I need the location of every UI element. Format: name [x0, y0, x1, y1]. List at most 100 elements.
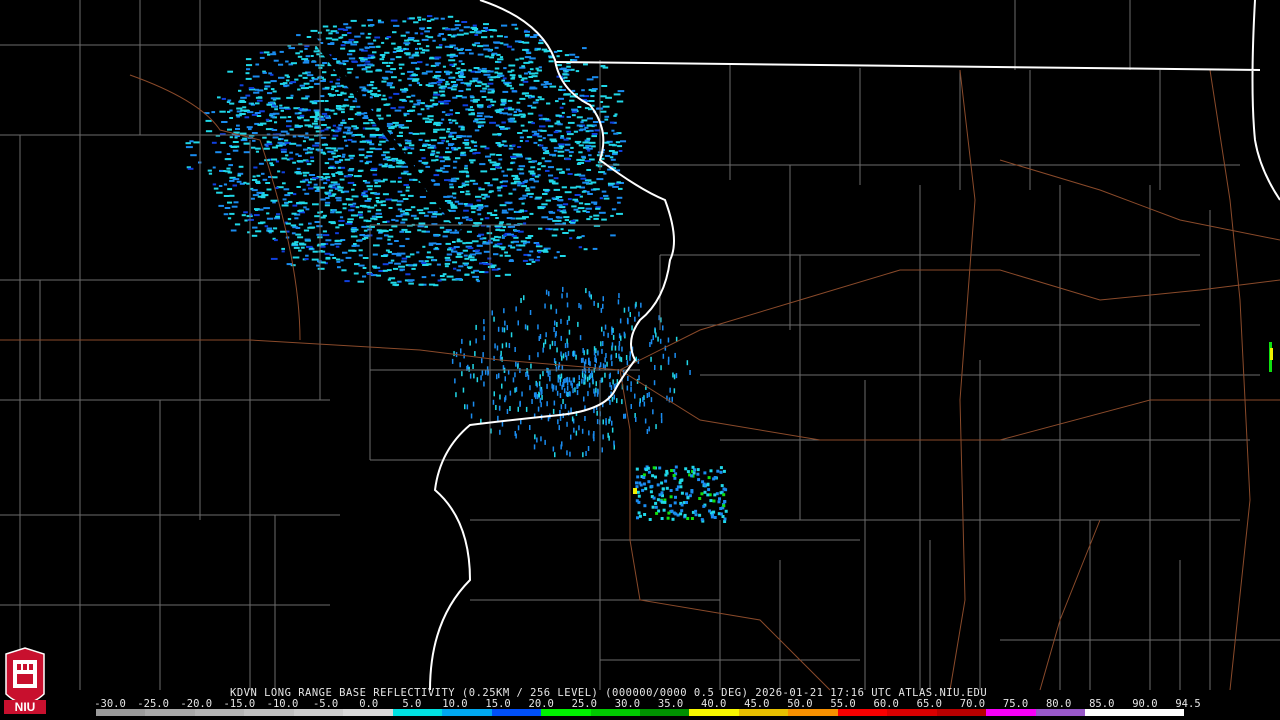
echo-cell — [698, 513, 702, 517]
echo-cell — [433, 91, 438, 94]
echo-cell — [417, 61, 423, 64]
echo-speckle — [554, 452, 556, 458]
echo-speckle — [673, 374, 676, 380]
echo-speckle — [476, 377, 479, 383]
echo-cell — [336, 78, 341, 81]
echo-cell — [275, 160, 279, 163]
echo-cell — [286, 263, 293, 266]
echo-speckle — [595, 381, 597, 387]
echo-cell — [587, 149, 591, 152]
echo-cell — [511, 144, 516, 147]
scale-swatch — [293, 709, 344, 716]
echo-cell — [527, 157, 532, 160]
echo-cell — [452, 166, 457, 169]
echo-cell — [306, 245, 313, 248]
echo-cell — [375, 193, 380, 196]
echo-cell — [382, 221, 388, 223]
echo-speckle — [517, 320, 519, 326]
echo-cell — [451, 250, 458, 253]
echo-cell — [421, 276, 427, 279]
echo-cell — [610, 158, 616, 161]
echo-cell — [275, 187, 279, 189]
echo-speckle — [597, 302, 599, 308]
echo-speckle — [629, 355, 631, 361]
echo-cell — [637, 511, 641, 515]
echo-cell — [614, 113, 618, 116]
echo-speckle — [549, 344, 551, 350]
echo-cell — [613, 93, 621, 96]
echo-cell — [713, 476, 717, 479]
echo-cell — [305, 132, 309, 135]
echo-cell — [690, 489, 694, 492]
echo-cell — [299, 50, 303, 53]
echo-speckle — [560, 318, 562, 324]
echo-cell — [477, 53, 484, 56]
echo-cell — [458, 90, 464, 92]
echo-cell — [603, 132, 608, 135]
echo-cell — [557, 50, 563, 52]
echo-cell — [365, 66, 371, 69]
echo-cell — [497, 72, 503, 75]
echo-speckle — [673, 388, 676, 394]
echo-cell — [307, 181, 312, 184]
echo-cell — [371, 87, 378, 90]
echo-cell — [257, 222, 264, 225]
echo-cell — [617, 90, 625, 93]
echo-cell — [446, 113, 453, 116]
echo-speckle — [587, 446, 590, 451]
echo-cell — [399, 67, 403, 70]
echo-cell — [456, 78, 463, 81]
echo-speckle — [529, 425, 531, 430]
echo-speckle — [572, 388, 574, 394]
echo-cell — [334, 187, 339, 190]
echo-cell — [305, 254, 309, 257]
echo-cell — [272, 146, 278, 149]
echo-speckle — [686, 360, 689, 366]
echo-cell — [419, 149, 426, 151]
echo-cell — [703, 483, 707, 487]
echo-cell — [500, 98, 507, 101]
echo-cell — [313, 186, 321, 189]
echo-cell — [464, 273, 470, 276]
echo-speckle — [526, 325, 529, 331]
echo-cell — [473, 222, 480, 225]
echo-cell — [450, 206, 458, 209]
echo-cell — [372, 51, 377, 54]
echo-cell — [324, 86, 330, 89]
echo-cell — [313, 183, 318, 186]
echo-cell — [461, 96, 467, 99]
echo-cell — [584, 107, 590, 110]
echo-cell — [331, 173, 336, 176]
echo-cell — [713, 493, 717, 497]
echo-cell — [232, 184, 238, 187]
echo-cell — [445, 151, 452, 154]
echo-cell — [236, 180, 242, 183]
echo-cell — [205, 119, 212, 122]
echo-cell — [272, 51, 276, 54]
echo-cell — [643, 513, 647, 516]
echo-speckle — [573, 427, 575, 433]
echo-cell — [246, 64, 253, 67]
echo-cell — [332, 209, 336, 212]
echo-cell — [444, 45, 450, 48]
echo-cell — [539, 98, 545, 101]
echo-cell — [478, 188, 485, 191]
echo-cell — [568, 229, 575, 232]
echo-cell — [238, 165, 244, 168]
echo-speckle — [609, 372, 611, 378]
echo-speckle — [650, 339, 653, 345]
echo-speckle — [593, 436, 595, 442]
echo-speckle — [559, 393, 562, 398]
echo-cell — [308, 222, 312, 225]
echo-cell — [502, 174, 508, 177]
echo-cell — [185, 142, 191, 145]
echo-cell — [353, 41, 359, 44]
echo-cell — [358, 249, 363, 252]
echo-cell — [393, 24, 400, 27]
echo-cell — [407, 77, 413, 80]
echo-cell — [299, 243, 307, 246]
echo-cell — [408, 132, 413, 135]
echo-cell — [722, 487, 726, 491]
echo-cell — [443, 165, 451, 167]
echo-cell — [433, 234, 440, 237]
